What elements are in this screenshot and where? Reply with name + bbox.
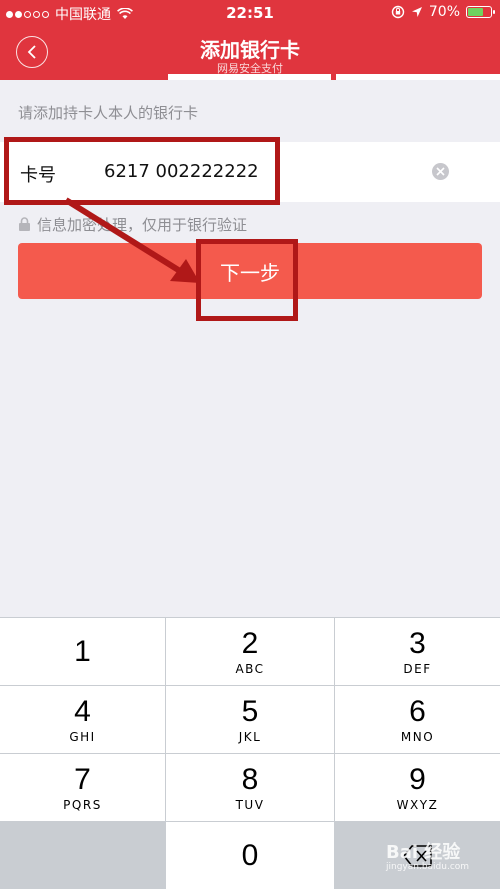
key-letters: JKL: [238, 729, 262, 744]
key-letters: MNO: [400, 729, 435, 744]
annotation-box-next: [196, 239, 298, 321]
key-digit: 3: [409, 626, 426, 660]
key-blank: [0, 822, 165, 889]
key-3[interactable]: 3 DEF: [335, 618, 500, 685]
battery-percent: 70%: [428, 4, 460, 20]
key-letters: PQRS: [63, 797, 102, 812]
watermark-url: jingyan.baidu.com: [386, 862, 470, 872]
form-hint: 请添加持卡人本人的银行卡: [18, 104, 199, 122]
key-letters: ABC: [235, 661, 265, 676]
key-9[interactable]: 9 WXYZ: [335, 754, 500, 821]
key-digit: 1: [74, 634, 91, 668]
key-2[interactable]: 2 ABC: [166, 618, 334, 685]
key-6[interactable]: 6 MNO: [335, 686, 500, 753]
page-title: 添加银行卡: [200, 38, 300, 62]
status-right: 70%: [391, 4, 495, 20]
step-2: [168, 74, 331, 80]
key-digit: 7: [74, 762, 91, 796]
key-digit: 5: [241, 694, 259, 728]
key-7[interactable]: 7 PQRS: [0, 754, 165, 821]
secure-note: 信息加密处理，仅用于银行验证: [18, 214, 247, 235]
key-1[interactable]: 1: [0, 618, 165, 685]
key-letters: DEF: [403, 661, 432, 676]
key-letters: TUV: [235, 797, 265, 812]
battery-icon: [466, 6, 495, 18]
key-digit: 0: [241, 838, 259, 872]
key-5[interactable]: 5 JKL: [166, 686, 334, 753]
key-digit: 6: [409, 694, 426, 728]
step-1: [0, 74, 163, 80]
close-icon: [436, 167, 445, 176]
key-digit: 2: [241, 626, 259, 660]
key-letters: WXYZ: [396, 797, 439, 812]
annotation-box-card: [4, 137, 280, 205]
step-3: [336, 74, 500, 80]
key-8[interactable]: 8 TUV: [166, 754, 334, 821]
lock-icon: [19, 217, 30, 231]
key-0[interactable]: 0: [166, 822, 334, 889]
secure-note-text: 信息加密处理，仅用于银行验证: [37, 216, 248, 234]
key-digit: 9: [409, 762, 426, 796]
rotation-lock-icon: [391, 5, 405, 19]
location-icon: [411, 7, 422, 17]
key-4[interactable]: 4 GHI: [0, 686, 165, 753]
key-letters: GHI: [69, 729, 96, 744]
step-progress: [0, 74, 500, 80]
key-digit: 4: [74, 694, 91, 728]
watermark-text: Bai 经验: [386, 842, 461, 863]
status-bar: 中国联通 22:51 70%: [0, 0, 500, 24]
baidu-watermark: Bai 经验 jingyan.baidu.com: [386, 838, 469, 872]
key-digit: 8: [241, 762, 259, 796]
clear-input-button[interactable]: [432, 163, 449, 180]
